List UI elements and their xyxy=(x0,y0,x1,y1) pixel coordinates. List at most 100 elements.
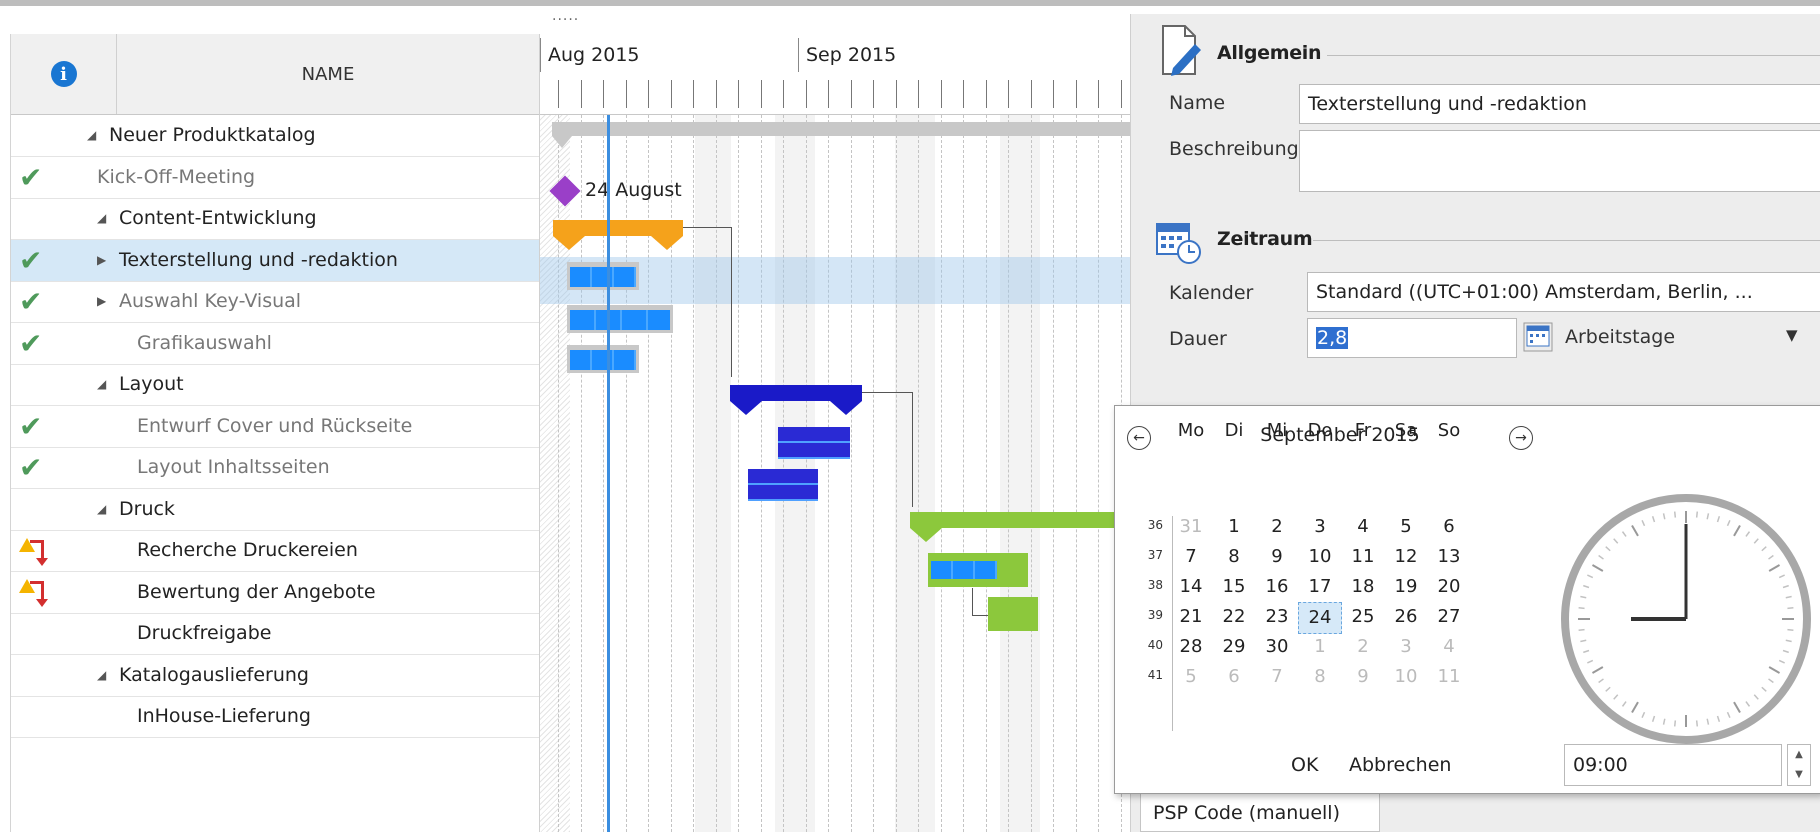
calendar-day[interactable]: 6 xyxy=(1427,516,1471,537)
task-row[interactable]: ✔ Entwurf Cover und Rückseite xyxy=(11,406,540,448)
next-month-icon[interactable]: → xyxy=(1509,426,1533,450)
task-bar[interactable] xyxy=(570,267,636,287)
task-bar[interactable] xyxy=(931,561,997,579)
task-row[interactable]: ✔ ▶ Texterstellung und -redaktion xyxy=(11,239,540,282)
expand-icon[interactable]: ▶ xyxy=(97,281,106,322)
dauer-label: Dauer xyxy=(1169,328,1227,350)
calendar-day[interactable]: 30 xyxy=(1255,636,1299,657)
calendar-day[interactable]: 25 xyxy=(1341,606,1385,627)
task-bar[interactable] xyxy=(988,597,1038,631)
task-row[interactable]: ◢ Neuer Produktkatalog xyxy=(11,115,540,157)
task-row[interactable]: ✔ Grafikauswahl xyxy=(11,323,540,365)
task-row[interactable]: ◢ Druck xyxy=(11,489,540,531)
task-row[interactable]: ◢ Content-Entwicklung xyxy=(11,198,540,240)
kalender-select[interactable]: Standard ((UTC+01:00) Amsterdam, Berlin,… xyxy=(1307,272,1820,312)
collapse-icon[interactable]: ◢ xyxy=(97,198,106,239)
calendar-day[interactable]: 1 xyxy=(1212,516,1256,537)
content-summary-bar[interactable] xyxy=(553,220,683,236)
calendar-day[interactable]: 2 xyxy=(1341,636,1385,657)
calendar-day[interactable]: 31 xyxy=(1169,516,1213,537)
calendar-day[interactable]: 6 xyxy=(1212,666,1256,687)
calendar-day[interactable]: 19 xyxy=(1384,576,1428,597)
name-column-header[interactable]: NAME xyxy=(117,34,539,114)
layout-summary-bar[interactable] xyxy=(730,385,862,401)
calendar-day[interactable]: 26 xyxy=(1384,606,1428,627)
collapse-icon[interactable]: ◢ xyxy=(97,364,106,405)
collapse-icon[interactable]: ◢ xyxy=(97,655,106,696)
task-bar[interactable] xyxy=(748,469,818,501)
collapse-icon[interactable]: ◢ xyxy=(97,489,106,530)
task-row[interactable]: InHouse-Lieferung xyxy=(11,696,540,738)
calendar-day[interactable]: 7 xyxy=(1169,546,1213,567)
calendar-day[interactable]: 10 xyxy=(1384,666,1428,687)
description-input[interactable] xyxy=(1299,130,1820,192)
calendar-picker-icon[interactable] xyxy=(1523,322,1553,352)
day-tick xyxy=(828,80,829,108)
task-bar[interactable] xyxy=(570,350,636,370)
ok-button[interactable]: OK xyxy=(1291,754,1318,776)
calendar-day[interactable]: 5 xyxy=(1169,666,1213,687)
calendar-day[interactable]: 13 xyxy=(1427,546,1471,567)
time-spinner[interactable]: ▲ ▼ xyxy=(1787,744,1811,786)
info-column-header[interactable]: i xyxy=(11,34,117,114)
druck-summary-bar[interactable] xyxy=(910,512,1131,528)
task-bar[interactable] xyxy=(570,310,670,330)
calendar-day[interactable]: 4 xyxy=(1427,636,1471,657)
project-summary-bar[interactable] xyxy=(552,122,1131,136)
time-input[interactable]: 09:00 xyxy=(1564,744,1782,786)
task-row[interactable]: Druckfreigabe xyxy=(11,613,540,655)
calendar-day[interactable]: 3 xyxy=(1298,516,1342,537)
psp-code-field[interactable]: PSP Code (manuell) xyxy=(1140,792,1380,832)
unit-select[interactable]: Arbeitstage xyxy=(1565,326,1675,348)
calendar-day[interactable]: 12 xyxy=(1384,546,1428,567)
task-row[interactable]: ✔ Kick-Off-Meeting xyxy=(11,157,540,199)
calendar-day[interactable]: 17 xyxy=(1298,576,1342,597)
calendar-day[interactable]: 5 xyxy=(1384,516,1428,537)
task-row[interactable]: ◢ Layout xyxy=(11,364,540,406)
calendar-day[interactable]: 4 xyxy=(1341,516,1385,537)
calendar-day[interactable]: 11 xyxy=(1427,666,1471,687)
calendar-day[interactable]: 2 xyxy=(1255,516,1299,537)
calendar-day[interactable]: 9 xyxy=(1341,666,1385,687)
chevron-down-icon[interactable]: ▼ xyxy=(1786,326,1798,344)
calendar-day[interactable]: 29 xyxy=(1212,636,1256,657)
calendar-day[interactable]: 20 xyxy=(1427,576,1471,597)
calendar-day[interactable]: 21 xyxy=(1169,606,1213,627)
calendar-day[interactable]: 10 xyxy=(1298,546,1342,567)
task-name: Druck xyxy=(119,497,175,520)
calendar-day[interactable]: 7 xyxy=(1255,666,1299,687)
day-tick xyxy=(963,80,964,108)
calendar-day[interactable]: 15 xyxy=(1212,576,1256,597)
weekday-header: So xyxy=(1437,420,1461,441)
calendar-day[interactable]: 28 xyxy=(1169,636,1213,657)
calendar-day-selected[interactable]: 24 xyxy=(1298,602,1342,634)
calendar-day[interactable]: 14 xyxy=(1169,576,1213,597)
collapse-icon[interactable]: ◢ xyxy=(87,115,96,156)
name-input[interactable]: Texterstellung und -redaktion xyxy=(1299,84,1820,124)
cancel-button[interactable]: Abbrechen xyxy=(1349,754,1451,776)
task-row[interactable]: ✔ Layout Inhaltsseiten xyxy=(11,447,540,489)
task-row[interactable]: ◢ Katalogauslieferung xyxy=(11,655,540,697)
task-row[interactable]: Recherche Druckereien xyxy=(11,530,540,572)
calendar-day[interactable]: 16 xyxy=(1255,576,1299,597)
calendar-day[interactable]: 3 xyxy=(1384,636,1428,657)
expand-icon[interactable]: ▶ xyxy=(97,240,106,281)
calendar-day[interactable]: 8 xyxy=(1298,666,1342,687)
task-bar[interactable] xyxy=(778,427,850,459)
calendar-day[interactable]: 27 xyxy=(1427,606,1471,627)
prev-month-icon[interactable]: ← xyxy=(1127,426,1151,450)
calendar-day[interactable]: 18 xyxy=(1341,576,1385,597)
calendar-day[interactable]: 22 xyxy=(1212,606,1256,627)
calendar-day[interactable]: 1 xyxy=(1298,636,1342,657)
dauer-input[interactable]: 2,8 xyxy=(1307,318,1517,358)
check-icon: ✔ xyxy=(19,160,43,194)
calendar-day[interactable]: 23 xyxy=(1255,606,1299,627)
clock-tick xyxy=(1753,694,1759,700)
day-tick xyxy=(1008,80,1009,108)
calendar-day[interactable]: 8 xyxy=(1212,546,1256,567)
task-row[interactable]: ✔ ▶ Auswahl Key-Visual xyxy=(11,281,540,323)
calendar-day[interactable]: 9 xyxy=(1255,546,1299,567)
task-row[interactable]: Bewertung der Angebote xyxy=(11,572,540,614)
splitter-handle[interactable]: ····· xyxy=(552,12,579,28)
calendar-day[interactable]: 11 xyxy=(1341,546,1385,567)
